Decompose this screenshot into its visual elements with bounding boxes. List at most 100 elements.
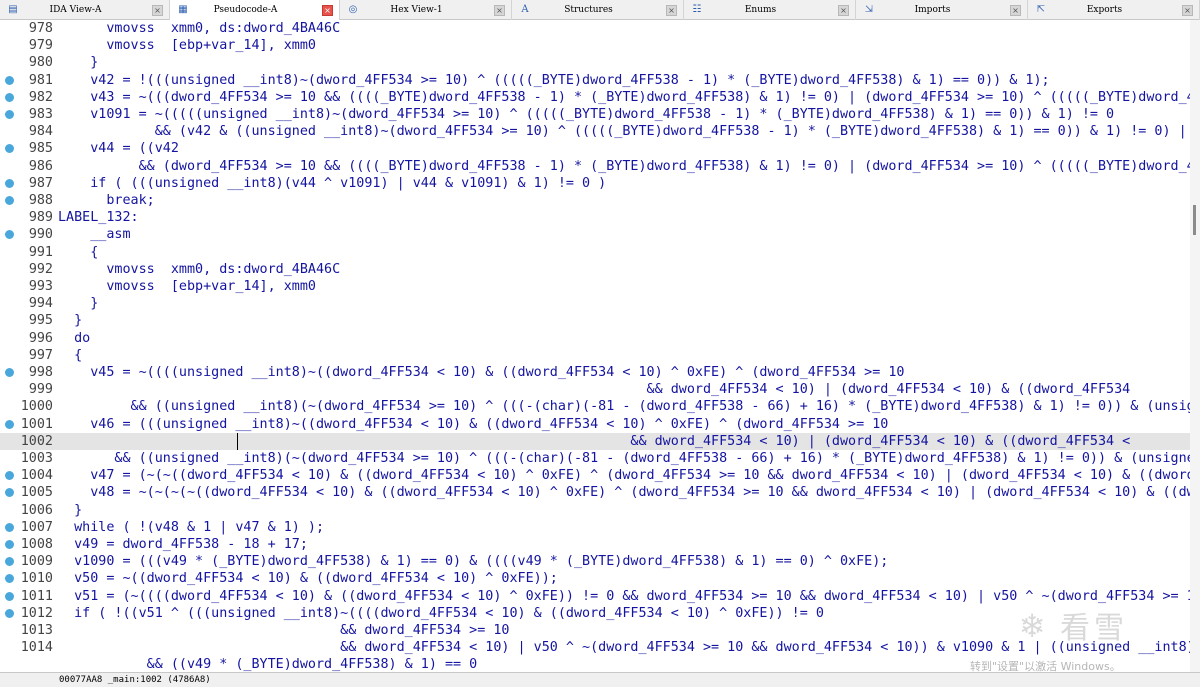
close-icon[interactable]: × [838, 5, 849, 16]
code-text[interactable]: { [58, 244, 98, 261]
tab-label: Imports [914, 5, 951, 15]
line-number: 1001 [20, 416, 53, 432]
code-text[interactable]: && (dword_4FF534 >= 10 && ((((_BYTE)dwor… [58, 158, 1190, 175]
code-text[interactable]: v50 = ~((dword_4FF534 < 10) & ((dword_4F… [58, 570, 558, 587]
code-line[interactable]: 997 { [0, 347, 1190, 364]
code-text[interactable]: vmovss [ebp+var_14], xmm0 [58, 278, 316, 295]
code-line[interactable]: 995 } [0, 312, 1190, 329]
code-line[interactable]: 986 && (dword_4FF534 >= 10 && ((((_BYTE)… [0, 158, 1190, 175]
close-icon[interactable]: × [322, 5, 333, 16]
line-number: 1003 [20, 451, 53, 466]
code-line[interactable]: 989 LABEL_132: [0, 209, 1190, 226]
code-text[interactable]: } [58, 502, 82, 519]
tab-hex-view-1[interactable]: ◎ Hex View-1 × [340, 0, 512, 20]
code-line-current[interactable]: 1002 && dword_4FF534 < 10) | (dword_4FF5… [0, 432, 1190, 450]
tab-exports[interactable]: ⇱ Exports × [1028, 0, 1200, 20]
close-icon[interactable]: × [494, 5, 505, 16]
code-text[interactable]: if ( (((unsigned __int8)(v44 ^ v1091) | … [58, 175, 606, 192]
code-text[interactable]: v44 = ((v42 [58, 140, 179, 157]
tab-pseudocode-a[interactable]: ▦ Pseudocode-A × [170, 0, 340, 20]
code-line[interactable]: 993 vmovss [ebp+var_14], xmm0 [0, 278, 1190, 295]
tab-imports[interactable]: ⇲ Imports × [856, 0, 1028, 20]
code-text[interactable]: v1090 = (((v49 * (_BYTE)dword_4FF538) & … [58, 553, 888, 570]
code-text[interactable]: while ( !(v48 & 1 | v47 & 1) ); [58, 519, 324, 536]
code-text[interactable]: v49 = dword_4FF538 - 18 + 17; [58, 536, 308, 553]
code-line[interactable]: 1000 && ((unsigned __int8)(~(dword_4FF53… [0, 398, 1190, 415]
line-number: 982 [28, 89, 53, 105]
code-text[interactable]: v51 = (~((((dword_4FF534 < 10) & ((dword… [58, 588, 1190, 605]
code-text[interactable]: if ( !((v51 ^ (((unsigned __int8)~((((dw… [58, 605, 824, 622]
line-number: 980 [28, 55, 53, 71]
code-line[interactable]: 1001 v46 = (((unsigned __int8)~((dword_4… [0, 416, 1190, 433]
line-number: 1013 [20, 623, 53, 638]
close-icon[interactable]: × [666, 5, 677, 16]
code-text[interactable]: v42 = !(((unsigned __int8)~(dword_4FF534… [58, 72, 1049, 89]
code-line[interactable]: 1010 v50 = ~((dword_4FF534 < 10) & ((dwo… [0, 570, 1190, 587]
line-number: 1005 [20, 485, 53, 501]
code-text[interactable]: && ((unsigned __int8)(~(dword_4FF534 >= … [58, 450, 1190, 467]
code-text[interactable]: vmovss xmm0, ds:dword_4BA46C [58, 261, 340, 278]
code-text[interactable]: && dword_4FF534 >= 10 [58, 622, 509, 639]
code-line[interactable]: 1007 while ( !(v48 & 1 | v47 & 1) ); [0, 519, 1190, 536]
tab-label: Pseudocode-A [213, 5, 278, 15]
code-line[interactable]: 987 if ( (((unsigned __int8)(v44 ^ v1091… [0, 175, 1190, 192]
line-number: 992 [28, 261, 53, 277]
code-line[interactable]: 991 { [0, 244, 1190, 261]
close-icon[interactable]: × [1010, 5, 1021, 16]
code-text[interactable]: && ((v49 * (_BYTE)dword_4FF538) & 1) == … [58, 656, 478, 672]
code-line[interactable]: 996 do [0, 330, 1190, 347]
line-number: 986 [28, 158, 53, 174]
code-line[interactable]: 992 vmovss xmm0, ds:dword_4BA46C [0, 261, 1190, 278]
code-text[interactable]: vmovss [ebp+var_14], xmm0 [58, 37, 316, 54]
close-icon[interactable]: × [152, 5, 163, 16]
code-text[interactable]: break; [58, 192, 154, 209]
code-line[interactable]: 1009 v1090 = (((v49 * (_BYTE)dword_4FF53… [0, 553, 1190, 570]
status-bar: 00077AA8 _main:1002 (4786A8) [0, 672, 1200, 687]
code-text[interactable]: v47 = (~(~((dword_4FF534 < 10) & ((dword… [58, 467, 1190, 484]
code-text[interactable]: && (v42 & ((unsigned __int8)~(dword_4FF5… [58, 123, 1190, 140]
code-text[interactable]: } [58, 54, 98, 71]
code-text[interactable]: } [58, 295, 98, 312]
code-text[interactable]: LABEL_132: [58, 209, 139, 226]
code-line[interactable]: 988 break; [0, 192, 1190, 209]
code-line[interactable]: 1008 v49 = dword_4FF538 - 18 + 17; [0, 536, 1190, 553]
code-text[interactable]: vmovss xmm0, ds:dword_4BA46C [58, 20, 340, 37]
tab-enums[interactable]: ☷ Enums × [684, 0, 856, 20]
code-line[interactable]: 1004 v47 = (~(~((dword_4FF534 < 10) & ((… [0, 467, 1190, 484]
code-text[interactable]: v43 = ~(((dword_4FF534 >= 10 && ((((_BYT… [58, 89, 1190, 106]
code-text[interactable]: && ((unsigned __int8)(~(dword_4FF534 >= … [58, 398, 1190, 415]
pseudocode-editor[interactable]: 978 vmovss xmm0, ds:dword_4BA46C 979 vmov… [0, 20, 1190, 672]
code-text[interactable]: && dword_4FF534 < 10) | (dword_4FF534 < … [58, 381, 1131, 398]
code-text[interactable]: { [58, 347, 82, 364]
code-text[interactable]: v1091 = ~(((((unsigned __int8)~(dword_4F… [58, 106, 1114, 123]
vertical-scrollbar[interactable] [1190, 20, 1200, 672]
code-line[interactable]: 981 v42 = !(((unsigned __int8)~(dword_4F… [0, 72, 1190, 89]
code-text[interactable]: } [58, 312, 82, 329]
code-line[interactable]: 982 v43 = ~(((dword_4FF534 >= 10 && ((((… [0, 89, 1190, 106]
code-line[interactable]: 1011 v51 = (~((((dword_4FF534 < 10) & ((… [0, 588, 1190, 605]
code-text[interactable]: do [58, 330, 90, 347]
code-line[interactable]: 980 } [0, 54, 1190, 71]
code-text[interactable]: v45 = ~((((unsigned __int8)~((dword_4FF5… [58, 364, 904, 381]
code-line[interactable]: 1006 } [0, 502, 1190, 519]
scrollbar-thumb[interactable] [1193, 205, 1196, 235]
code-line[interactable]: 983 v1091 = ~(((((unsigned __int8)~(dwor… [0, 106, 1190, 123]
tab-ida-view-a[interactable]: ▤ IDA View-A × [0, 0, 170, 20]
code-line[interactable]: 979 vmovss [ebp+var_14], xmm0 [0, 37, 1190, 54]
code-line[interactable]: 998 v45 = ~((((unsigned __int8)~((dword_… [0, 364, 1190, 381]
tab-structures[interactable]: A Structures × [512, 0, 684, 20]
code-text[interactable]: v48 = ~(~(~(~((dword_4FF534 < 10) & ((dw… [58, 484, 1190, 501]
code-line[interactable]: 984 && (v42 & ((unsigned __int8)~(dword_… [0, 123, 1190, 140]
code-line[interactable]: 994 } [0, 295, 1190, 312]
code-line[interactable]: 1005 v48 = ~(~(~(~((dword_4FF534 < 10) &… [0, 484, 1190, 501]
code-line[interactable]: 978 vmovss xmm0, ds:dword_4BA46C [0, 20, 1190, 37]
code-line[interactable]: 1003 && ((unsigned __int8)(~(dword_4FF53… [0, 450, 1190, 467]
close-icon[interactable]: × [1182, 5, 1193, 16]
code-line[interactable]: 990 __asm [0, 226, 1190, 243]
code-line[interactable]: 999 && dword_4FF534 < 10) | (dword_4FF53… [0, 381, 1190, 398]
code-line[interactable]: 985 v44 = ((v42 [0, 140, 1190, 157]
line-number: 987 [28, 175, 53, 191]
code-text[interactable]: v46 = (((unsigned __int8)~((dword_4FF534… [58, 416, 888, 433]
code-text[interactable]: && dword_4FF534 < 10) | (dword_4FF534 < … [58, 433, 1130, 450]
code-text[interactable]: __asm [58, 226, 130, 243]
